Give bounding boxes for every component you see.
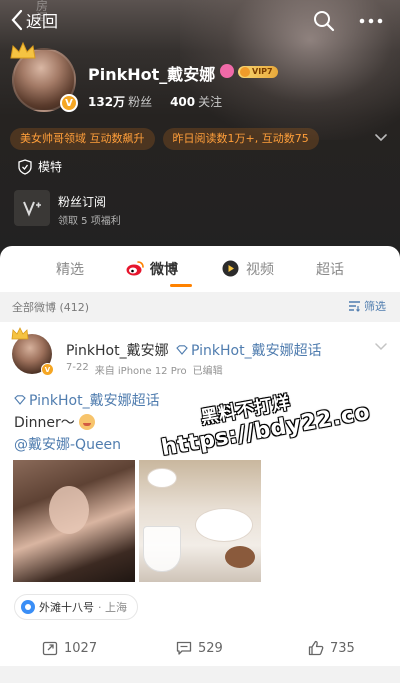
filter-bar: 全部微博 (412) 筛选 <box>0 292 400 320</box>
profile-tags: 美女帅哥领域 互动数飙升 昨日阅读数1万+, 互动数75 <box>10 128 319 150</box>
vip-badge[interactable]: VIP7 <box>238 66 278 78</box>
tab-video-label: 视频 <box>246 262 274 278</box>
more-icon[interactable] <box>358 9 384 33</box>
following-stat[interactable]: 400 关注 <box>170 93 222 110</box>
crown-icon <box>10 41 36 59</box>
post-source: 来自 iPhone 12 Pro <box>94 366 187 377</box>
thumbs-up-icon <box>308 640 324 656</box>
verified-badge-icon: V <box>41 363 54 376</box>
followers-label: 粉丝 <box>128 95 153 109</box>
tab-featured[interactable]: 精选 <box>56 259 84 279</box>
profile-title: 模特 <box>18 158 62 175</box>
tab-weibo-label: 微博 <box>150 262 178 278</box>
shield-icon <box>18 158 32 175</box>
profile-header: 房间 返回 V PinkHot_戴安娜 VIP7 132万粉丝 400关注 <box>0 0 400 258</box>
fan-subscribe-button[interactable] <box>14 190 50 226</box>
video-play-icon <box>222 260 239 277</box>
vip-crown-icon <box>240 67 250 77</box>
diamond-icon <box>176 345 188 355</box>
crown-icon <box>11 327 29 340</box>
plate-shape <box>195 508 253 542</box>
post-mention[interactable]: @戴安娜-Queen <box>14 434 121 454</box>
glass-shape <box>143 526 181 572</box>
comment-count: 529 <box>198 640 223 656</box>
subscribe-title: 粉丝订阅 <box>58 195 107 209</box>
verified-badge-icon: V <box>60 94 78 112</box>
back-button[interactable]: 返回 <box>10 8 58 32</box>
location-chip[interactable]: 外滩十八号 · 上海 <box>14 594 138 620</box>
post-topic-link[interactable]: PinkHot_戴安娜超话 <box>14 390 160 410</box>
post-supertopic-label: PinkHot_戴安娜超话 <box>191 343 322 359</box>
laugh-emoji-icon <box>78 414 95 430</box>
v-plus-icon <box>23 201 41 217</box>
vip-label: VIP7 <box>252 67 273 76</box>
expand-chevron-icon[interactable] <box>374 131 388 145</box>
filter-button[interactable]: 筛选 <box>348 298 386 314</box>
post-topic-label: PinkHot_戴安娜超话 <box>29 393 160 409</box>
repost-icon <box>42 641 58 656</box>
repost-count: 1027 <box>64 640 98 656</box>
post-avatar[interactable]: V <box>11 327 54 376</box>
post-text: Dinner～ <box>14 412 95 432</box>
subscribe-desc: 领取 5 项福利 <box>58 216 121 227</box>
comment-button[interactable]: 529 <box>176 640 223 656</box>
profile-title-label: 模特 <box>38 160 63 174</box>
post-meta: 7-22 来自 iPhone 12 Pro 已编辑 <box>66 362 223 377</box>
profile-avatar[interactable]: V <box>10 41 78 114</box>
post-image-1[interactable] <box>13 460 135 582</box>
repost-button[interactable]: 1027 <box>42 640 97 656</box>
domain-tag[interactable]: 美女帅哥领域 互动数飙升 <box>10 128 155 150</box>
tab-supertopic[interactable]: 超话 <box>316 259 344 279</box>
tab-video[interactable]: 视频 <box>222 259 274 279</box>
top-bar: 房间 返回 <box>0 0 400 42</box>
profile-tabs: 精选 微博 视频 超话 <box>0 246 400 292</box>
filter-icon <box>349 301 360 312</box>
diamond-icon <box>14 395 26 405</box>
post-image-2[interactable] <box>139 460 261 582</box>
tab-weibo[interactable]: 微博 <box>126 259 178 279</box>
all-posts-count: 全部微博 (412) <box>12 301 90 314</box>
post-text-content: Dinner～ <box>14 415 75 431</box>
location-name: 外滩十八号 <box>39 601 94 614</box>
location-city: · 上海 <box>98 601 127 614</box>
followers-stat[interactable]: 132万 粉丝 <box>88 93 152 110</box>
like-button[interactable]: 735 <box>308 640 355 656</box>
filter-label: 筛选 <box>364 300 386 313</box>
post-actions: 1027 529 735 <box>0 640 400 662</box>
bottom-strip <box>0 666 400 683</box>
back-chevron-icon <box>11 9 23 31</box>
reading-tag[interactable]: 昨日阅读数1万+, 互动数75 <box>162 128 319 150</box>
post-supertopic-link[interactable]: PinkHot_戴安娜超话 <box>176 340 322 360</box>
search-icon[interactable] <box>312 9 336 33</box>
chevron-down-icon[interactable] <box>374 340 388 354</box>
followers-count: 132万 <box>88 95 126 109</box>
following-count: 400 <box>170 95 196 109</box>
like-count: 735 <box>330 640 355 656</box>
bowl-shape <box>225 546 255 568</box>
post-author[interactable]: PinkHot_戴安娜 <box>66 340 169 360</box>
weibo-logo-icon <box>126 261 144 276</box>
active-tab-indicator <box>170 284 192 287</box>
post-date: 7-22 <box>66 362 89 373</box>
plate-shape <box>147 468 177 488</box>
profile-stats: 132万 粉丝 400 关注 <box>88 93 222 110</box>
post-card[interactable]: V PinkHot_戴安娜 PinkHot_戴安娜超话 7-22 来自 iPho… <box>0 322 400 666</box>
profile-name: PinkHot_戴安娜 <box>88 65 216 84</box>
portrait-face <box>49 486 89 534</box>
back-label: 返回 <box>26 12 59 31</box>
comment-icon <box>176 641 192 655</box>
post-edited: 已编辑 <box>192 366 223 377</box>
gender-female-icon <box>220 64 234 78</box>
location-pin-icon <box>21 600 35 614</box>
following-label: 关注 <box>198 95 223 109</box>
